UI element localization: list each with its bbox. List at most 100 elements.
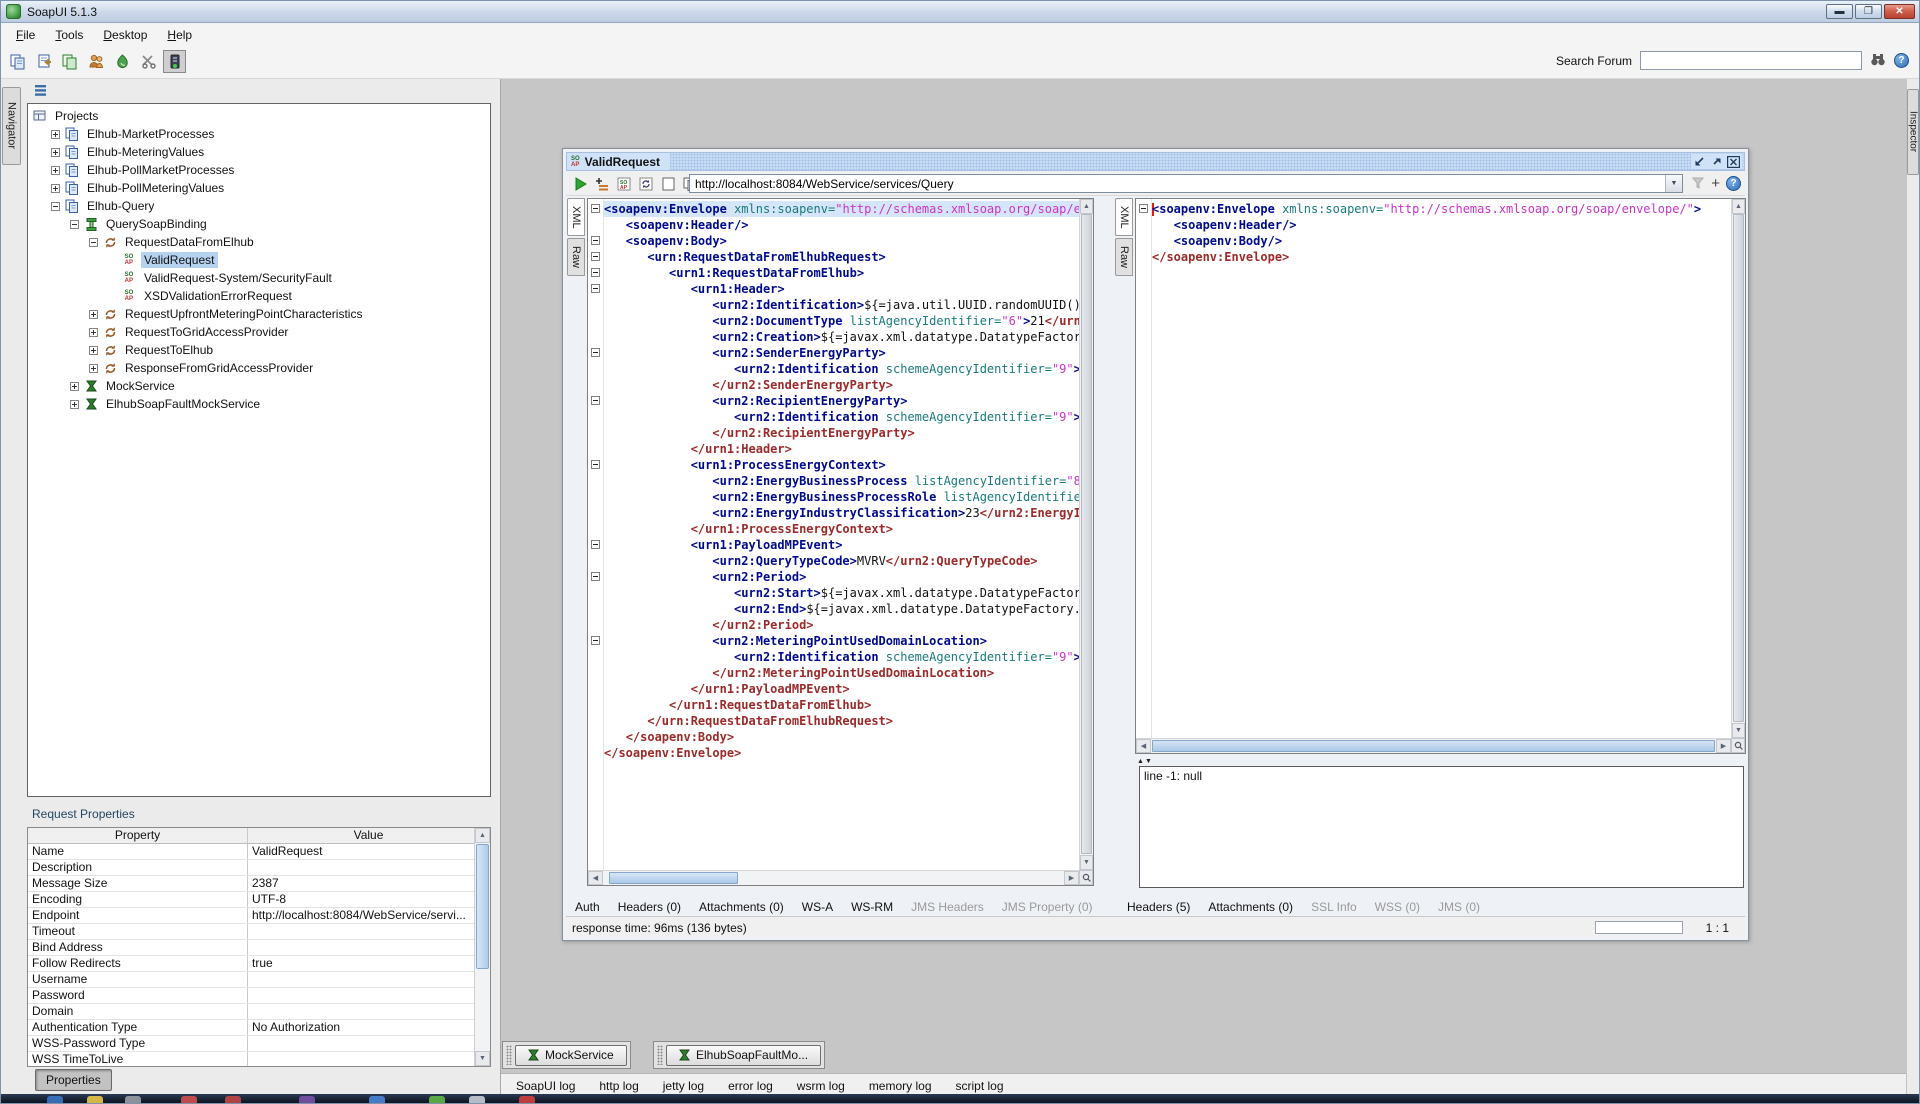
taskbar-icon[interactable] <box>469 1096 485 1103</box>
scrollbar-thumb[interactable] <box>1152 740 1715 752</box>
restore-button[interactable]: ❐ <box>1855 4 1882 19</box>
response-horizontal-scrollbar[interactable]: ◀ ▶ <box>1136 738 1731 753</box>
forum-icon[interactable] <box>85 50 108 73</box>
request-tab-raw[interactable]: Raw <box>567 238 585 276</box>
binoculars-icon[interactable] <box>1870 53 1886 69</box>
xml-line[interactable]: <soapenv:Body> <box>604 233 1079 249</box>
xml-line[interactable]: </soapenv:Envelope> <box>604 745 1079 761</box>
tree-item-elhub-pollmeteringvalues[interactable]: Elhub-PollMeteringValues <box>28 179 490 197</box>
scroll-down-icon[interactable]: ▼ <box>475 1051 490 1066</box>
taskbar-icon[interactable] <box>225 1096 241 1103</box>
request-tab-headers-0[interactable]: Headers (0) <box>618 900 681 914</box>
submit-request-icon[interactable] <box>571 175 589 193</box>
menu-item-help[interactable]: Help <box>158 25 201 45</box>
scroll-left-icon[interactable]: ◀ <box>1136 739 1151 753</box>
table-row-encoding[interactable]: EncodingUTF-8 <box>28 892 490 908</box>
expand-plus-icon[interactable] <box>89 364 98 373</box>
scrollbar-thumb[interactable] <box>1081 214 1092 854</box>
properties-scrollbar[interactable]: ▲ ▼ <box>474 828 490 1066</box>
xml-line[interactable]: </urn2:RecipientEnergyParty> <box>604 425 1079 441</box>
fold-minus-icon[interactable] <box>591 540 600 549</box>
create-empty-request-icon[interactable] <box>659 175 677 193</box>
request-tab-attachments-0[interactable]: Attachments (0) <box>699 900 784 914</box>
xml-line[interactable]: <urn2:Identification schemeAgencyIdentif… <box>604 361 1079 377</box>
help-icon[interactable]: ? <box>1894 53 1909 68</box>
search-forum-input[interactable] <box>1640 51 1862 70</box>
scrollbar-thumb[interactable] <box>476 844 489 969</box>
request-tab-ws-rm[interactable]: WS-RM <box>851 900 893 914</box>
taskbar-icon[interactable] <box>299 1096 315 1103</box>
fold-minus-icon[interactable] <box>591 252 600 261</box>
tree-options-icon[interactable] <box>33 84 48 100</box>
collapse-minus-icon[interactable] <box>89 238 98 247</box>
xml-line[interactable]: <urn2:Identification schemeAgencyIdentif… <box>604 649 1079 665</box>
xml-line[interactable]: <urn1:Header> <box>604 281 1079 297</box>
soapui-web-icon[interactable] <box>111 50 134 73</box>
request-xml-code[interactable]: <soapenv:Envelope xmlns:soapenv="http://… <box>604 201 1079 870</box>
response-tab-xml[interactable]: XML <box>1115 198 1133 236</box>
table-row-timeout[interactable]: Timeout <box>28 924 490 940</box>
scroll-down-icon[interactable]: ▼ <box>1732 723 1745 738</box>
scroll-right-icon[interactable]: ▶ <box>1716 739 1731 753</box>
xml-line[interactable]: <urn2:Identification>${=java.util.UUID.r… <box>604 297 1079 313</box>
request-tab-auth[interactable]: Auth <box>575 900 600 914</box>
xml-line[interactable]: <soapenv:Body/> <box>1152 233 1731 249</box>
table-row-follow-redirects[interactable]: Follow Redirectstrue <box>28 956 490 972</box>
add-icon[interactable]: + <box>1711 175 1720 192</box>
collapse-minus-icon[interactable] <box>70 220 79 229</box>
fold-minus-icon[interactable] <box>591 204 600 213</box>
minimize-button[interactable]: ▬ <box>1826 4 1853 19</box>
splitter-down-icon[interactable]: ▼ <box>1145 758 1152 765</box>
log-tab-jetty-log[interactable]: jetty log <box>663 1079 704 1093</box>
table-row-authentication-type[interactable]: Authentication TypeNo Authorization <box>28 1020 490 1036</box>
table-row-bind-address[interactable]: Bind Address <box>28 940 490 956</box>
taskbar-icon[interactable] <box>47 1096 63 1103</box>
fold-minus-icon[interactable] <box>591 636 600 645</box>
properties-toggle-button[interactable]: Properties <box>35 1069 112 1091</box>
xml-line[interactable]: <soapenv:Header/> <box>604 217 1079 233</box>
xml-line[interactable]: </urn1:ProcessEnergyContext> <box>604 521 1079 537</box>
scroll-up-icon[interactable]: ▲ <box>1732 199 1745 214</box>
response-xml-code[interactable]: <soapenv:Envelope xmlns:soapenv="http://… <box>1152 201 1731 738</box>
response-tab-attachments-0[interactable]: Attachments (0) <box>1208 900 1293 914</box>
add-to-testcase-icon[interactable] <box>593 175 611 193</box>
tree-item-validrequest[interactable]: SOAPValidRequest <box>28 251 490 269</box>
table-row-username[interactable]: Username <box>28 972 490 988</box>
xml-line[interactable]: <soapenv:Header/> <box>1152 217 1731 233</box>
xml-line[interactable]: <urn1:ProcessEnergyContext> <box>604 457 1079 473</box>
log-tab-soapui-log[interactable]: SoapUI log <box>516 1079 575 1093</box>
navigator-tab[interactable]: Navigator <box>2 87 21 165</box>
request-horizontal-scrollbar[interactable]: ◀ ▶ <box>588 870 1079 885</box>
os-taskbar-sliver[interactable] <box>1 1094 1920 1103</box>
drag-grip-icon[interactable] <box>657 1045 663 1065</box>
tree-item-validrequest-system-securityfault[interactable]: SOAPValidRequest-System/SecurityFault <box>28 269 490 287</box>
add-to-mockservice-icon[interactable]: SOAP <box>615 175 633 193</box>
request-window-titlebar[interactable]: SOAP ValidRequest <box>566 152 1745 171</box>
expand-plus-icon[interactable] <box>51 184 60 193</box>
tree-item-requesttoelhub[interactable]: RequestToElhub <box>28 341 490 359</box>
os-titlebar[interactable]: SoapUI 5.1.3 ▬ ❐ ✕ <box>1 1 1919 23</box>
xml-line[interactable]: <soapenv:Envelope xmlns:soapenv="http://… <box>1152 201 1731 217</box>
table-row-endpoint[interactable]: Endpointhttp://localhost:8084/WebService… <box>28 908 490 924</box>
scroll-up-icon[interactable]: ▲ <box>475 828 490 843</box>
fold-minus-icon[interactable] <box>1139 204 1148 213</box>
xml-line[interactable]: <urn2:Start>${=javax.xml.datatype.Dataty… <box>604 585 1079 601</box>
request-vertical-scrollbar[interactable]: ▲ ▼ <box>1079 199 1093 870</box>
fold-minus-icon[interactable] <box>591 460 600 469</box>
endpoint-combo[interactable]: ▼ <box>689 174 1683 193</box>
menu-item-file[interactable]: File <box>7 25 44 45</box>
xml-line[interactable]: </urn1:RequestDataFromElhub> <box>604 697 1079 713</box>
table-row-password[interactable]: Password <box>28 988 490 1004</box>
preferences-icon[interactable] <box>137 50 160 73</box>
fold-minus-icon[interactable] <box>591 572 600 581</box>
expand-plus-icon[interactable] <box>51 148 60 157</box>
tree-item-requesttogridaccessprovider[interactable]: RequestToGridAccessProvider <box>28 323 490 341</box>
fold-minus-icon[interactable] <box>591 284 600 293</box>
xml-line[interactable]: <urn2:Creation>${=javax.xml.datatype.Dat… <box>604 329 1079 345</box>
xml-line[interactable]: <urn:RequestDataFromElhubRequest> <box>604 249 1079 265</box>
response-tab-raw[interactable]: Raw <box>1115 238 1133 276</box>
table-row-domain[interactable]: Domain <box>28 1004 490 1020</box>
taskbar-icon[interactable] <box>125 1096 141 1103</box>
elhubsoapfault-tab-button[interactable]: ElhubSoapFaultMo... <box>666 1045 821 1066</box>
xml-line[interactable]: </soapenv:Envelope> <box>1152 249 1731 265</box>
